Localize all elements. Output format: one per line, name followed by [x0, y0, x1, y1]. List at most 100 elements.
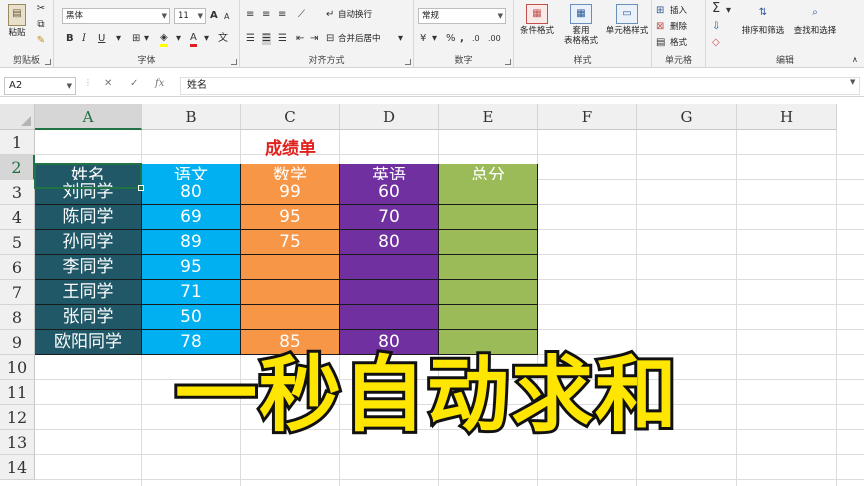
font-color-dropdown-icon[interactable]: ▾ — [204, 33, 209, 45]
font-launcher-icon[interactable] — [231, 59, 237, 65]
column-header-d[interactable]: D — [340, 104, 439, 130]
column-header-a[interactable]: A — [35, 104, 142, 130]
cell-chinese[interactable]: 95 — [142, 255, 241, 280]
row-header-11[interactable]: 11 — [0, 380, 35, 405]
cell-english[interactable] — [340, 305, 439, 330]
border-icon[interactable]: ⊞ — [132, 33, 140, 45]
cell-name[interactable]: 张同学 — [35, 305, 142, 330]
decrease-decimal-icon[interactable]: .00 — [488, 33, 501, 45]
worksheet-grid[interactable]: ABCDEFGH 1 2 3 4 5 6 7 8 9 10 11 12 13 14 成绩单 姓名 语文 数… — [0, 104, 864, 486]
underline-button[interactable]: U — [98, 33, 105, 45]
row-header-9[interactable]: 9 — [0, 330, 35, 355]
wrap-text-button[interactable]: 自动换行 — [338, 10, 372, 21]
column-header-e[interactable]: E — [439, 104, 538, 130]
cell-math[interactable] — [241, 255, 340, 280]
bold-button[interactable]: B — [66, 33, 74, 45]
clipboard-launcher-icon[interactable] — [45, 59, 51, 65]
cell-english[interactable] — [340, 255, 439, 280]
cell-english[interactable]: 60 — [340, 180, 439, 205]
font-size-select[interactable]: 11 ▼ — [174, 8, 206, 24]
name-box[interactable]: A2 ▼ — [4, 77, 76, 95]
cell-total[interactable] — [439, 255, 538, 280]
increase-indent-icon[interactable]: ⇥ — [310, 33, 318, 45]
row-header-14[interactable]: 14 — [0, 455, 35, 480]
insert-icon[interactable]: ⊞ — [656, 5, 664, 17]
cut-icon[interactable]: ✂ — [34, 3, 48, 15]
merge-center-button[interactable]: 合并后居中 — [338, 34, 381, 45]
cell-name[interactable]: 陈同学 — [35, 205, 142, 230]
autosum-button[interactable]: Σ — [712, 2, 720, 15]
insert-button[interactable]: 插入 — [670, 6, 687, 17]
border-dropdown-icon[interactable]: ▾ — [144, 33, 149, 45]
insert-function-button[interactable]: fx — [155, 78, 164, 89]
row-header-7[interactable]: 7 — [0, 280, 35, 305]
fill-dropdown-icon[interactable]: ▾ — [176, 33, 181, 45]
align-bottom-icon[interactable]: ≡ — [278, 9, 286, 21]
clear-icon[interactable]: ◇ — [712, 37, 720, 49]
copy-icon[interactable]: ⧉ — [34, 19, 48, 31]
align-right-icon[interactable]: ☰ — [278, 33, 287, 45]
fill-handle[interactable] — [138, 185, 144, 191]
formula-input[interactable]: 姓名 — [180, 77, 860, 95]
row-header-1[interactable]: 1 — [0, 130, 35, 155]
cell-name[interactable]: 刘同学 — [35, 180, 142, 205]
format-as-table-button[interactable]: ▦ 套用 表格格式 — [560, 4, 602, 46]
align-top-icon[interactable]: ≡ — [246, 9, 254, 21]
cell-name[interactable]: 欧阳同学 — [35, 330, 142, 355]
row-header-3[interactable]: 3 — [0, 180, 35, 205]
cell-styles-button[interactable]: ▭ 单元格样式 — [604, 4, 650, 36]
number-launcher-icon[interactable] — [505, 59, 511, 65]
fill-color-icon[interactable]: ◈ — [160, 32, 168, 47]
wrap-text-icon[interactable]: ↵ — [326, 9, 334, 21]
cell-chinese[interactable]: 71 — [142, 280, 241, 305]
row-header-2[interactable]: 2 — [0, 155, 35, 180]
row-header-4[interactable]: 4 — [0, 205, 35, 230]
row-header-6[interactable]: 6 — [0, 255, 35, 280]
find-select-button[interactable]: ⌕ 查找和选择 — [790, 4, 840, 36]
cell-name[interactable]: 王同学 — [35, 280, 142, 305]
confirm-entry-icon[interactable]: ✓ — [130, 78, 138, 89]
currency-icon[interactable]: ¥ — [420, 33, 426, 45]
format-button[interactable]: 格式 — [670, 38, 687, 49]
orientation-icon[interactable]: ⟋ — [298, 9, 305, 21]
column-header-f[interactable]: F — [538, 104, 637, 130]
column-header-g[interactable]: G — [637, 104, 737, 130]
autosum-dropdown-icon[interactable]: ▾ — [726, 5, 731, 17]
align-left-icon[interactable]: ☰ — [246, 33, 255, 45]
phonetic-icon[interactable]: 文 — [218, 33, 228, 45]
cell-total[interactable] — [439, 280, 538, 305]
fill-down-icon[interactable]: ⇩ — [712, 21, 720, 33]
grow-font-icon[interactable]: A — [210, 10, 218, 22]
column-header-h[interactable]: H — [737, 104, 837, 130]
column-header-b[interactable]: B — [142, 104, 241, 130]
format-icon[interactable]: ▤ — [656, 37, 665, 49]
shrink-font-icon[interactable]: A — [224, 11, 229, 23]
decrease-indent-icon[interactable]: ⇤ — [296, 33, 304, 45]
paste-button[interactable]: ▤ 粘贴 — [2, 4, 32, 38]
row-header-12[interactable]: 12 — [0, 405, 35, 430]
cell-total[interactable] — [439, 305, 538, 330]
cell-math[interactable] — [241, 305, 340, 330]
row-header-5[interactable]: 5 — [0, 230, 35, 255]
merge-center-icon[interactable]: ⊟ — [326, 33, 334, 45]
cell-total[interactable] — [439, 180, 538, 205]
align-center-icon[interactable]: ☰ — [262, 33, 271, 45]
sort-filter-button[interactable]: ⇅ 排序和筛选 — [738, 4, 788, 36]
row-header-13[interactable]: 13 — [0, 430, 35, 455]
cancel-entry-icon[interactable]: ✕ — [104, 78, 112, 89]
delete-button[interactable]: 删除 — [670, 22, 687, 33]
cell-math[interactable]: 99 — [241, 180, 340, 205]
expand-formula-icon[interactable]: ▼ — [850, 78, 855, 86]
cell-chinese[interactable]: 69 — [142, 205, 241, 230]
select-all-button[interactable] — [0, 104, 35, 130]
column-header-c[interactable]: C — [241, 104, 340, 130]
cell-english[interactable]: 70 — [340, 205, 439, 230]
cell-math[interactable]: 95 — [241, 205, 340, 230]
merge-dropdown-icon[interactable]: ▾ — [398, 33, 403, 45]
cell-total[interactable] — [439, 230, 538, 255]
row-header-10[interactable]: 10 — [0, 355, 35, 380]
collapse-ribbon-icon[interactable]: ∧ — [852, 54, 858, 66]
cell-english[interactable] — [340, 280, 439, 305]
align-middle-icon[interactable]: ≡ — [262, 9, 270, 21]
conditional-format-button[interactable]: ▦ 条件格式 — [516, 4, 558, 36]
